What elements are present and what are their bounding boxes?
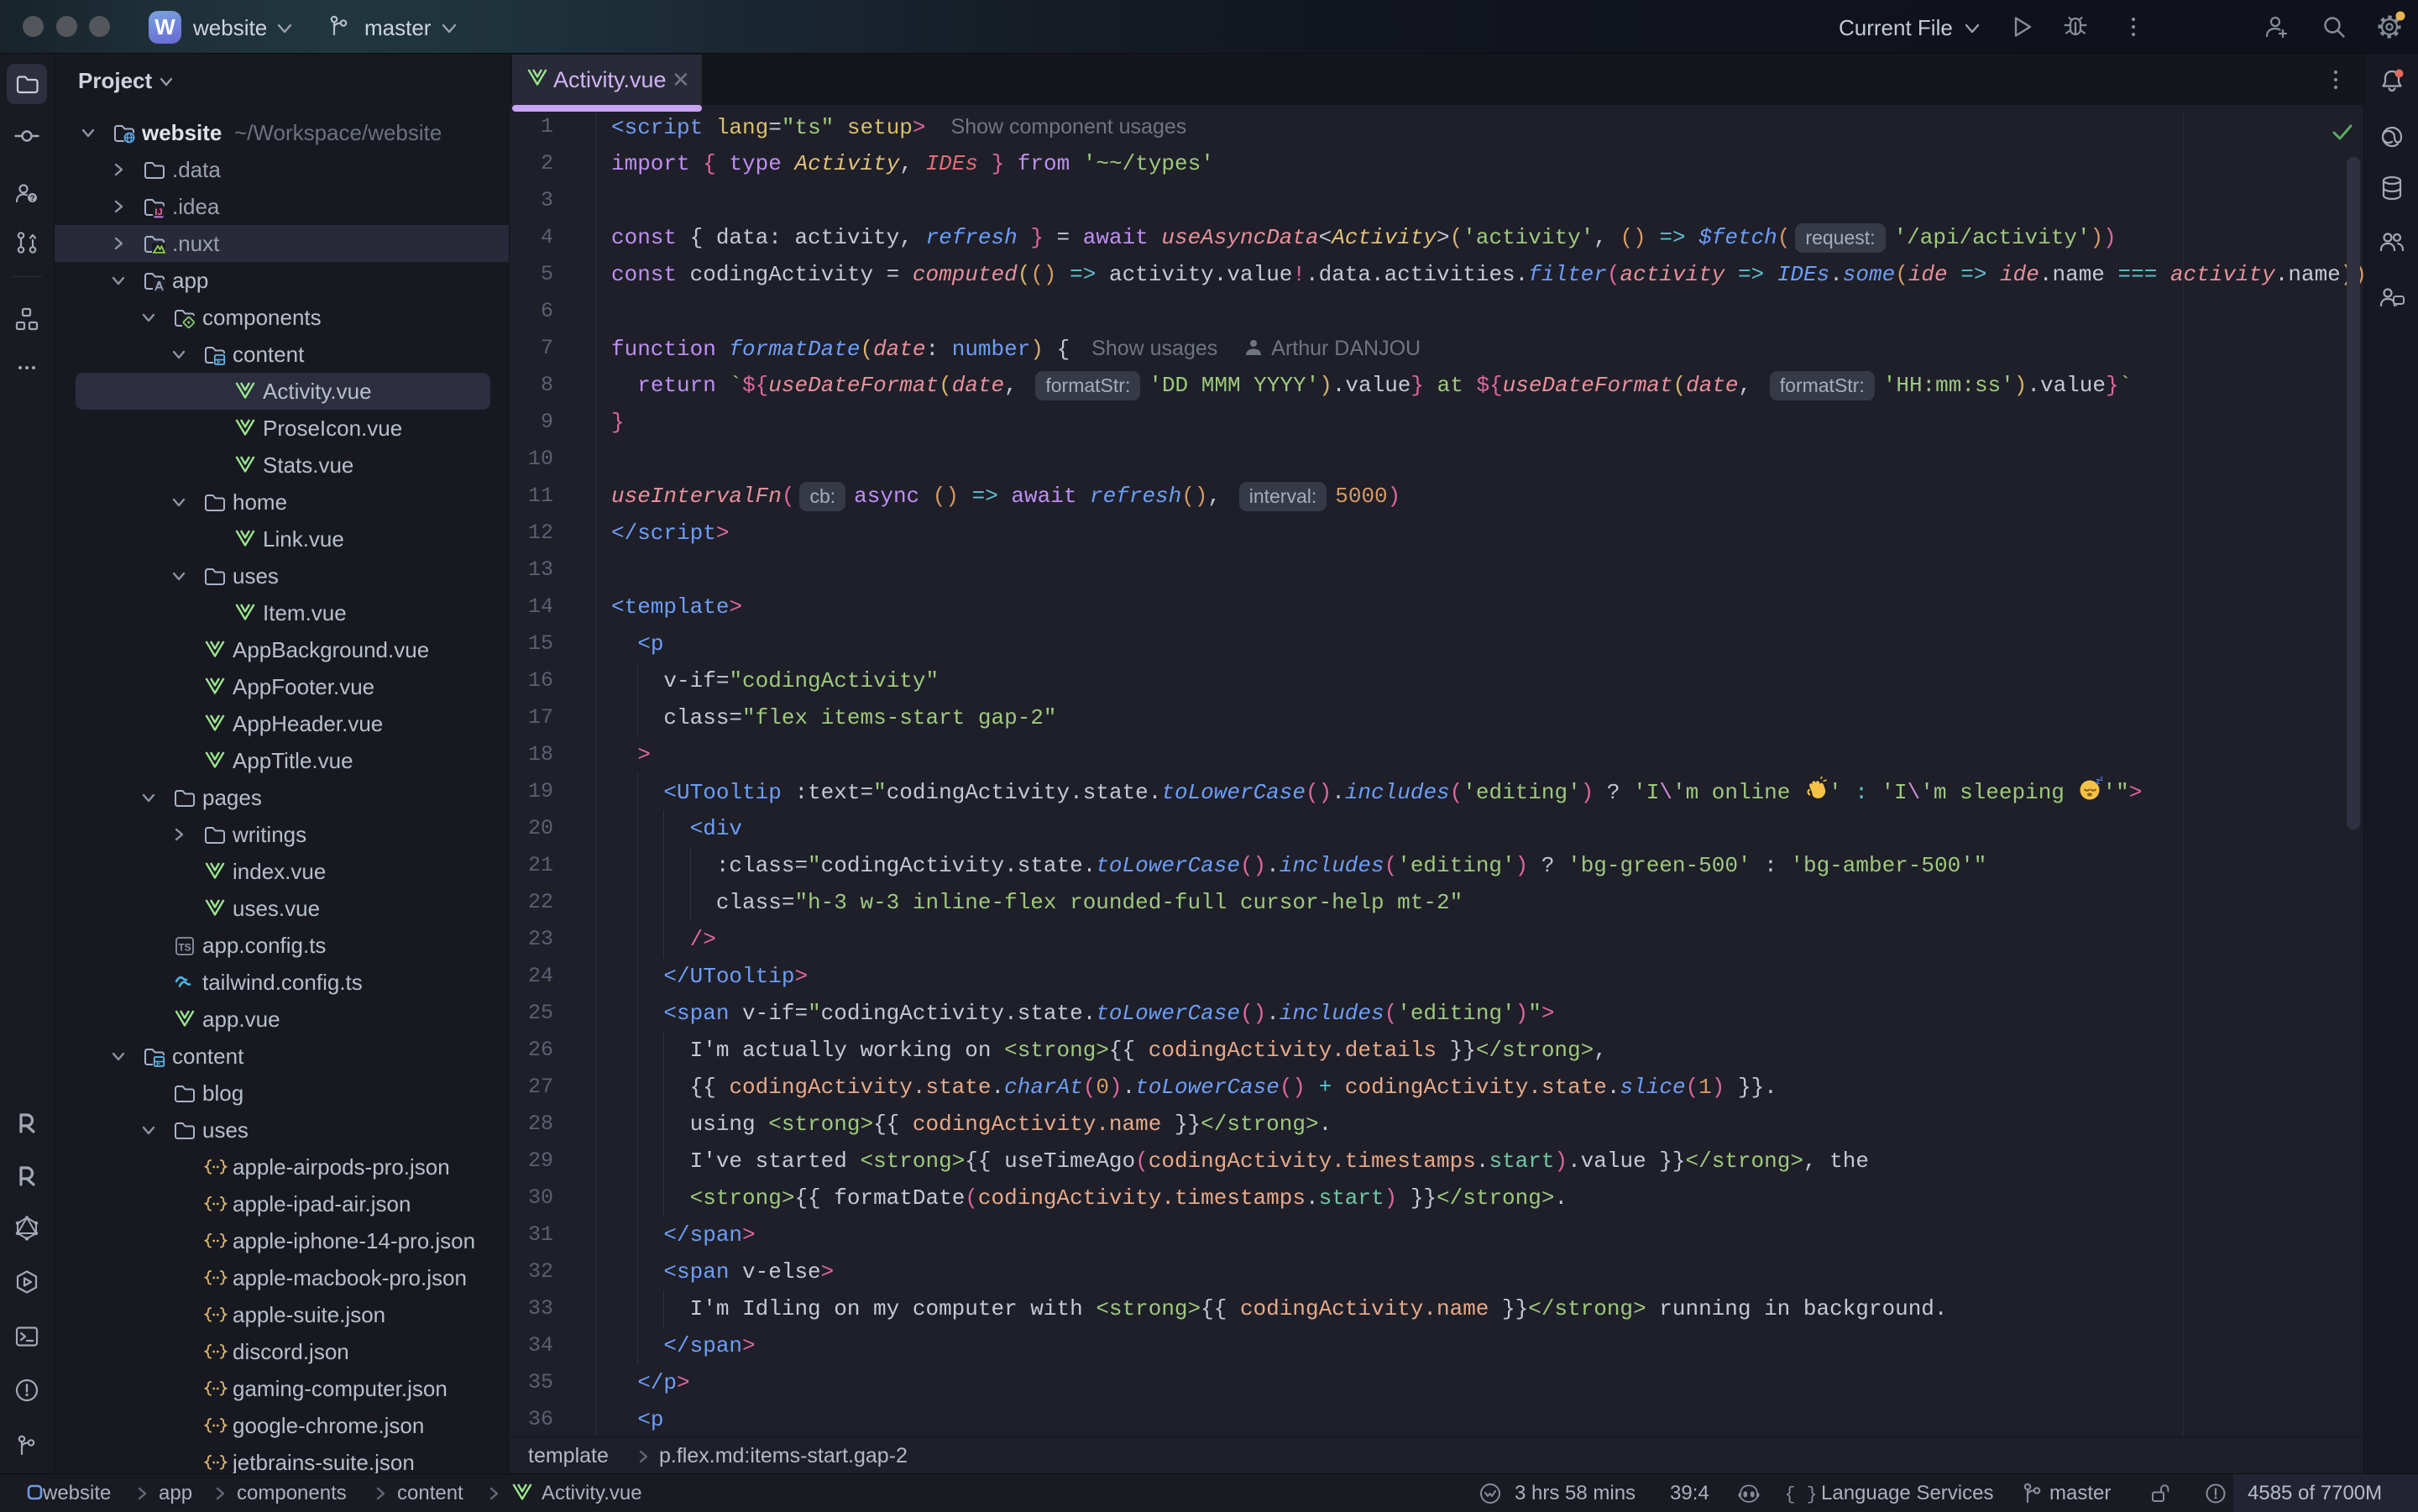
svg-text:z: z bbox=[2100, 777, 2103, 782]
svg-text:?: ? bbox=[29, 195, 34, 204]
svg-text:{ }: { } bbox=[1787, 1484, 1815, 1505]
svg-text:IJ: IJ bbox=[154, 207, 162, 217]
svg-text:TS: TS bbox=[178, 942, 191, 954]
